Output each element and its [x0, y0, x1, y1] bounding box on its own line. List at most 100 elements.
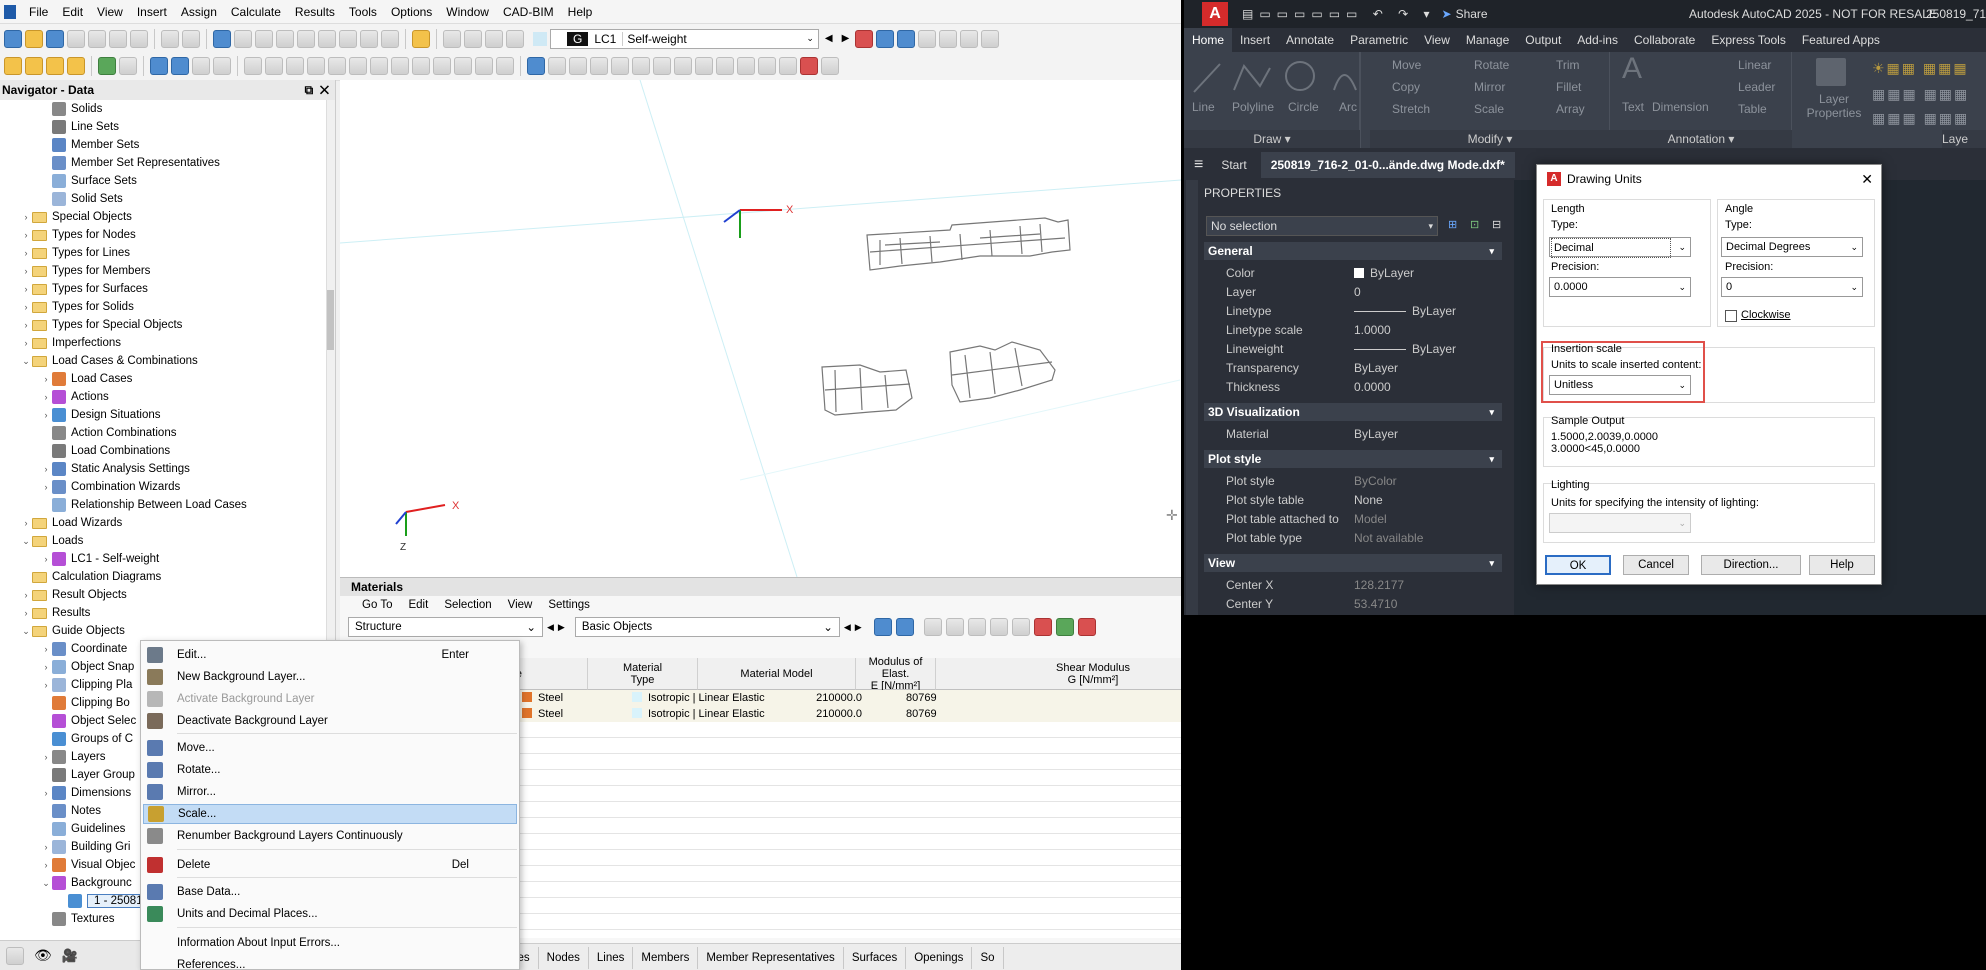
drawing-tab[interactable]: 250819_716-2_01-0...ände.dwg Mode.dxf* [1260, 152, 1515, 178]
box-icon[interactable] [192, 56, 210, 75]
delete-row-icon[interactable] [1033, 618, 1052, 636]
annotation-panel-label[interactable]: Annotation ▾ [1610, 130, 1792, 148]
menu-item[interactable]: Tools [342, 0, 384, 24]
start-tab[interactable]: Start [1221, 158, 1246, 172]
property-row[interactable]: Color ByLayer [1204, 264, 1502, 283]
materials-tab[interactable]: Members [633, 946, 699, 969]
load-case-select[interactable]: G LC1 Self-weight ⌄ [550, 28, 819, 49]
tree-item[interactable]: › Types for Nodes [0, 226, 335, 244]
expand-icon[interactable]: › [40, 860, 52, 870]
arc-tool[interactable]: Arc [1339, 100, 1357, 114]
collapse-icon[interactable]: ▾ [1489, 242, 1494, 260]
expand-icon[interactable]: › [20, 590, 32, 600]
collapse-icon[interactable]: ⌄ [20, 356, 32, 367]
open-folder-icon[interactable] [25, 29, 43, 48]
tool2-icon[interactable] [265, 56, 283, 75]
ribbon-tab[interactable]: Add-ins [1569, 28, 1626, 52]
share-label[interactable]: Share [1456, 7, 1488, 21]
property-row[interactable]: Plot table attached to Model [1204, 510, 1502, 529]
ribbon-tab[interactable]: Annotate [1278, 28, 1342, 52]
expand-icon[interactable]: › [40, 644, 52, 654]
context-menu-item[interactable]: Renumber Background Layers Continuously [143, 826, 517, 846]
tree-item[interactable]: › Actions [0, 388, 335, 406]
ribbon-tab[interactable]: Home [1184, 28, 1233, 52]
tool11-icon[interactable] [454, 56, 472, 75]
materials-tab[interactable]: Lines [589, 946, 634, 969]
ribbon-tab[interactable]: Manage [1458, 28, 1517, 52]
context-menu-item[interactable]: New Background Layer... [143, 667, 517, 687]
e-modulus-cell[interactable]: 210000.0 [786, 706, 866, 722]
menu-item[interactable]: View [90, 0, 130, 24]
quick-access-icons[interactable]: ▤▭▭▭▭▭▭ ↶ ↷ ▾ [1242, 7, 1436, 21]
tree-item[interactable]: ⌄ Load Cases & Combinations [0, 352, 335, 370]
expand-icon[interactable]: › [40, 662, 52, 672]
tree-item[interactable]: Relationship Between Load Cases [0, 496, 335, 514]
layer-properties-tool[interactable]: Layer Properties [1804, 92, 1864, 120]
g-modulus-cell[interactable]: 80769 [866, 690, 1181, 706]
prev-lc-icon[interactable]: ◀ [822, 33, 836, 44]
tree-item[interactable]: Action Combinations [0, 424, 335, 442]
tree-item[interactable]: › Types for Lines [0, 244, 335, 262]
ribbon-tab[interactable]: Parametric [1342, 28, 1416, 52]
property-section-header[interactable]: General ▾ [1204, 242, 1502, 260]
angle-type-select[interactable]: Decimal Degrees ⌄ [1721, 237, 1863, 257]
layer-tools-icons[interactable]: ☀▦▦ ▦▦▦ [1872, 60, 1969, 77]
filter-objects-icon[interactable] [527, 56, 545, 75]
quick-select-icon[interactable]: ⊟ [1492, 218, 1501, 231]
property-row[interactable]: Plot style table None [1204, 491, 1502, 510]
clockwise-checkbox[interactable] [1725, 310, 1737, 322]
calculate-all-icon[interactable] [897, 29, 916, 48]
context-menu-item[interactable]: Edit... Enter [143, 645, 517, 665]
ribbon-tab[interactable]: Featured Apps [1794, 28, 1888, 52]
tool18-icon[interactable] [632, 56, 650, 75]
property-row[interactable]: Plot table type Not available [1204, 529, 1502, 548]
copy-tool[interactable]: Copy [1392, 80, 1420, 94]
tree-item[interactable]: › Types for Surfaces [0, 280, 335, 298]
expand-icon[interactable]: › [20, 230, 32, 240]
webservice-icon[interactable] [46, 29, 64, 48]
tool22-icon[interactable] [716, 56, 734, 75]
menu-item[interactable]: Insert [130, 0, 174, 24]
tree-item[interactable]: › Special Objects [0, 208, 335, 226]
context-menu-item[interactable]: Base Data... [143, 882, 517, 902]
rotate-tool[interactable]: Rotate [1474, 58, 1509, 72]
line-icon[interactable] [25, 56, 43, 75]
table-tool5-icon[interactable] [1011, 618, 1030, 636]
draw-panel-label[interactable]: Draw ▾ [1184, 130, 1360, 148]
materials-tab[interactable]: So [972, 946, 1004, 969]
select-table-icon[interactable] [873, 618, 892, 636]
select-objects-icon[interactable]: ⊡ [1470, 218, 1479, 231]
display-tab-icon[interactable]: 👁 [34, 947, 52, 964]
view-icon[interactable] [318, 29, 336, 48]
exit-icon[interactable] [1077, 618, 1096, 636]
basic-objects-filter[interactable]: Basic Objects ⌄ [574, 617, 840, 637]
camera-icon[interactable] [381, 29, 399, 48]
expand-icon[interactable]: › [20, 338, 32, 348]
undo-icon[interactable] [161, 29, 179, 48]
save-as-icon[interactable] [88, 29, 106, 48]
save-icon[interactable] [67, 29, 85, 48]
table-tool4-icon[interactable] [989, 618, 1008, 636]
table-tool3-icon[interactable] [967, 618, 986, 636]
context-menu-item[interactable]: Delete Del [143, 855, 517, 875]
menu-item[interactable]: Edit [55, 0, 90, 24]
ribbon-tab[interactable]: View [1416, 28, 1458, 52]
tree-item[interactable]: › Types for Solids [0, 298, 335, 316]
collapse-icon[interactable]: ⌄ [40, 878, 52, 889]
support2-icon[interactable] [119, 56, 137, 75]
expand-icon[interactable]: › [40, 680, 52, 690]
layer-tools3-icons[interactable]: ▦▦▦ ▦▦▦ [1872, 110, 1969, 127]
leader-tool[interactable]: Leader [1738, 80, 1775, 94]
property-row[interactable]: Lineweight ByLayer [1204, 340, 1502, 359]
select-table2-icon[interactable] [895, 618, 914, 636]
model-cell[interactable]: Isotropic | Linear Elastic [628, 690, 786, 706]
structure-filter[interactable]: Structure ⌄ [348, 617, 543, 637]
materials-menu-item[interactable]: Edit [400, 599, 436, 611]
navigator-scroll-thumb[interactable] [327, 290, 334, 350]
table-tool1-icon[interactable] [923, 618, 942, 636]
tree-item[interactable]: › Types for Special Objects [0, 316, 335, 334]
lighting-units-select[interactable]: ⌄ [1549, 513, 1691, 533]
property-section-header[interactable]: 3D Visualization ▾ [1204, 403, 1502, 421]
tool26-icon[interactable] [800, 56, 818, 75]
delete-results-icon[interactable] [855, 29, 874, 48]
